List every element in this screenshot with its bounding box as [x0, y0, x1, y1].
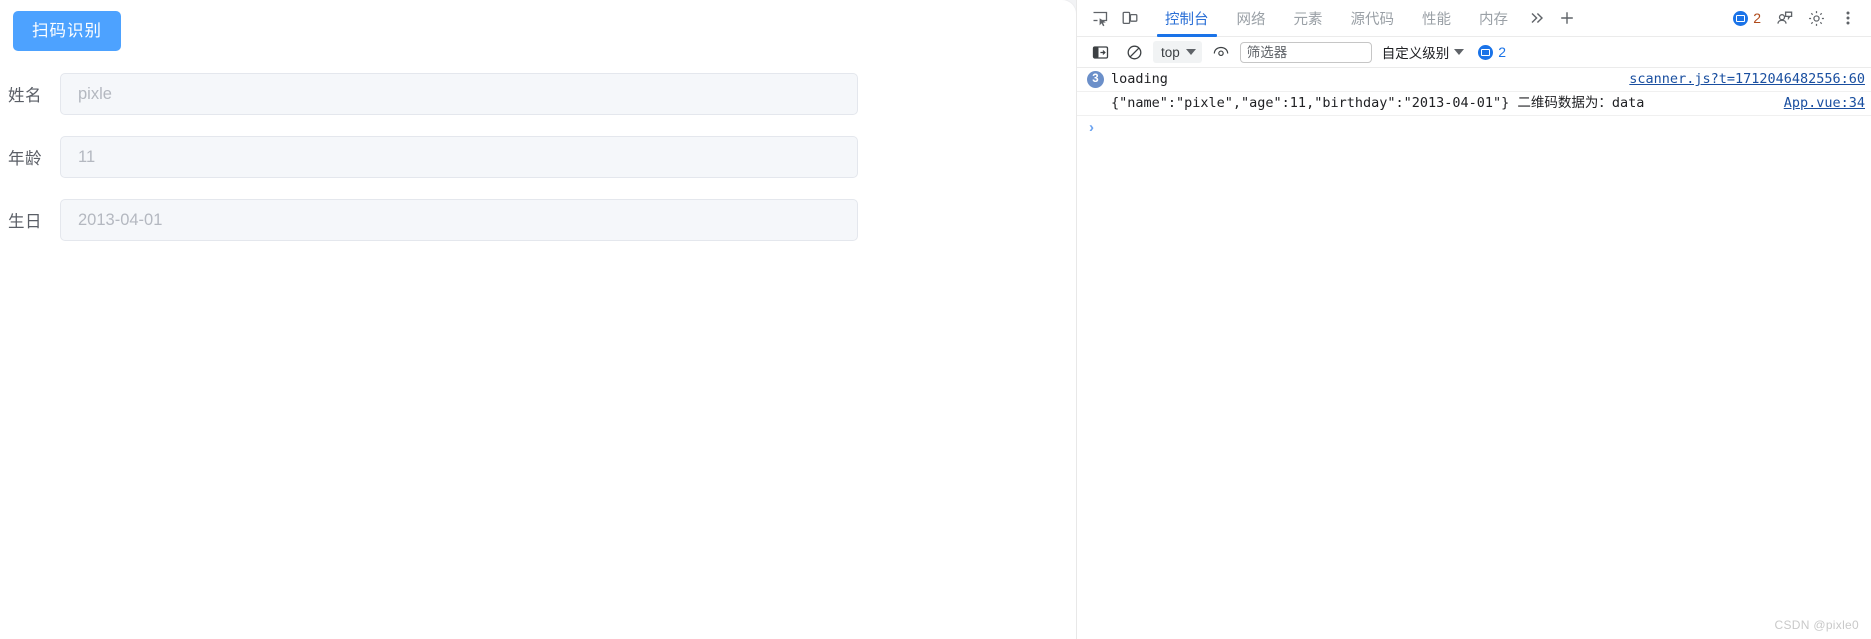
- live-expression-icon[interactable]: [1206, 38, 1236, 66]
- app-card: 扫码识别 姓名 年龄 生日: [0, 0, 1076, 639]
- chevron-down-icon-level: [1454, 49, 1465, 55]
- tab-performance-label: 性能: [1422, 11, 1451, 28]
- chevron-double-right-icon[interactable]: [1522, 4, 1552, 32]
- tab-performance[interactable]: 性能: [1408, 0, 1465, 37]
- screen-root: 扫码识别 姓名 年龄 生日: [0, 0, 1871, 639]
- scan-qr-button[interactable]: 扫码识别: [13, 11, 121, 51]
- clear-console-icon[interactable]: [1119, 38, 1149, 66]
- execution-context-select[interactable]: top: [1153, 41, 1202, 63]
- issues-count: 2: [1753, 10, 1761, 26]
- gear-icon[interactable]: [1801, 4, 1831, 32]
- device-toolbar-icon[interactable]: [1115, 4, 1145, 32]
- web-page-pane: 扫码识别 姓名 年龄 生日: [0, 0, 1076, 639]
- issues-badge[interactable]: 2: [1727, 5, 1767, 31]
- message-icon: [1478, 44, 1494, 60]
- tab-sources[interactable]: 源代码: [1337, 0, 1409, 37]
- label-birthday: 生日: [8, 213, 42, 231]
- log-level-value: 自定义级别: [1381, 46, 1450, 61]
- watermark: CSDN @pixle0: [1774, 618, 1859, 632]
- console-toolbar: top 自定义级别 2: [1077, 37, 1871, 68]
- console-message-list[interactable]: 3 loading scanner.js?t=1712046482556:60 …: [1077, 68, 1871, 639]
- tab-console-label: 控制台: [1165, 11, 1209, 28]
- chevron-down-icon: [1185, 49, 1196, 55]
- devtools-tab-list: 控制台 网络 元素 源代码 性能 内存: [1151, 0, 1522, 37]
- tab-elements-label: 元素: [1293, 11, 1323, 28]
- devtools-tabbar: 控制台 网络 元素 源代码 性能 内存 2: [1077, 0, 1871, 37]
- tab-elements[interactable]: 元素: [1280, 0, 1337, 37]
- profile-icon[interactable]: [1769, 4, 1799, 32]
- log-level-select[interactable]: 自定义级别: [1376, 41, 1469, 63]
- message-count: 2: [1498, 44, 1507, 60]
- inspect-element-icon[interactable]: [1085, 4, 1115, 32]
- issues-icon: [1733, 10, 1749, 26]
- devtools-panel: 控制台 网络 元素 源代码 性能 内存 2 top 筛选器 自定义级别 2 3 …: [1076, 0, 1871, 639]
- log-source-link[interactable]: App.vue:34: [1774, 95, 1865, 112]
- devtools-tabbar-actions: 2: [1727, 4, 1871, 32]
- log-message-text: {"name":"pixle","age":11,"birthday":"201…: [1111, 95, 1645, 111]
- tab-network[interactable]: 网络: [1223, 0, 1280, 37]
- console-log-row[interactable]: 3 loading scanner.js?t=1712046482556:60: [1077, 68, 1871, 92]
- message-count-badge[interactable]: 2: [1472, 44, 1506, 60]
- form-row-birthday: 生日: [0, 198, 1076, 242]
- tab-memory[interactable]: 内存: [1465, 0, 1522, 37]
- tab-sources-label: 源代码: [1350, 11, 1395, 28]
- form-row-age: 年龄: [0, 135, 1076, 179]
- form-row-name: 姓名: [0, 72, 1076, 116]
- log-source-link[interactable]: scanner.js?t=1712046482556:60: [1619, 71, 1865, 88]
- log-repeat-count: 3: [1087, 71, 1104, 88]
- console-filter-input[interactable]: [1239, 41, 1372, 63]
- input-birthday[interactable]: [60, 199, 858, 241]
- console-sidebar-icon[interactable]: [1085, 38, 1115, 66]
- input-name[interactable]: [60, 73, 858, 115]
- prompt-arrow-icon: ›: [1089, 118, 1094, 136]
- profile-form: 姓名 年龄 生日: [0, 72, 1076, 261]
- label-name: 姓名: [8, 87, 42, 105]
- tab-console[interactable]: 控制台: [1151, 0, 1223, 37]
- kebab-menu-icon[interactable]: [1833, 4, 1863, 32]
- plus-icon[interactable]: [1552, 4, 1582, 32]
- label-age: 年龄: [8, 150, 42, 168]
- tab-network-label: 网络: [1236, 11, 1266, 28]
- input-age[interactable]: [60, 136, 858, 178]
- execution-context-value: top: [1161, 44, 1180, 60]
- console-prompt[interactable]: ›: [1077, 116, 1871, 138]
- log-message-text: loading: [1111, 71, 1168, 87]
- tab-memory-label: 内存: [1479, 11, 1508, 28]
- console-log-row[interactable]: {"name":"pixle","age":11,"birthday":"201…: [1077, 92, 1871, 116]
